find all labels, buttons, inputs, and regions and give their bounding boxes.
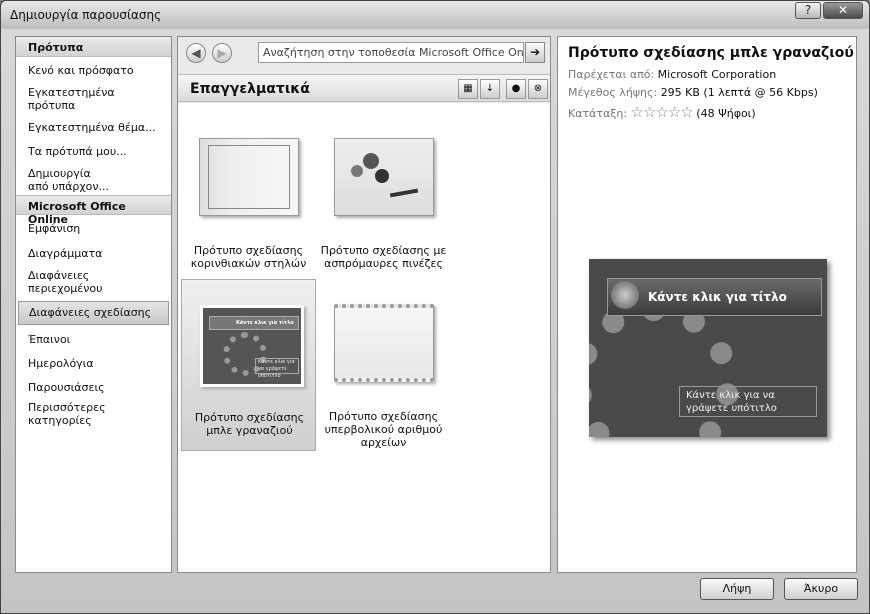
sidebar-item-installed-templates[interactable]: Εγκατεστημένα πρότυπα bbox=[16, 83, 126, 118]
template-tile-blue-gear[interactable]: Κάντε κλικ για τίτλο Κάντε κλικ για να γ… bbox=[181, 279, 316, 451]
sidebar-item-awards[interactable]: Έπαινοι bbox=[16, 325, 171, 354]
cancel-button[interactable]: Άκυρο bbox=[784, 578, 858, 600]
online-header: Microsoft Office Online bbox=[16, 195, 171, 226]
rating-row: Κατάταξη: ☆☆☆☆☆ (48 Ψήφοι) bbox=[568, 103, 756, 121]
sidebar-item-my-templates[interactable]: Τα πρότυπά μου... bbox=[16, 142, 171, 164]
rating-label: Κατάταξη: bbox=[568, 107, 628, 120]
sidebar-item-presentations[interactable]: Παρουσιάσεις bbox=[16, 378, 171, 398]
templates-list: Κενό και πρόσφατο Εγκατεστημένα πρότυπα … bbox=[16, 57, 171, 195]
size-label: Μέγεθος λήψης: bbox=[568, 86, 658, 99]
sidebar-item-calendars[interactable]: Ημερολόγια bbox=[16, 354, 171, 378]
thumbnail-blue-gear: Κάντε κλικ για τίτλο Κάντε κλικ για να γ… bbox=[200, 305, 304, 387]
template-tile-corinthian[interactable]: Πρότυπο σχεδίασης κορινθιακών στηλών bbox=[181, 113, 316, 285]
sort-az-icon[interactable]: ↓ bbox=[480, 79, 500, 99]
thumbnail-corinthian bbox=[199, 138, 299, 216]
user-icon[interactable]: ● bbox=[506, 79, 526, 99]
close-button[interactable]: ✕ bbox=[823, 2, 863, 19]
category-title: Επαγγελματικά bbox=[190, 81, 310, 97]
sidebar-item-content-slides[interactable]: Διαφάνειες περιεχομένου bbox=[16, 266, 126, 301]
pushpin-icon bbox=[363, 153, 379, 169]
thumbnail-subtitle: Κάντε κλικ για να γράψετε υπότιτλο bbox=[255, 358, 299, 379]
globe-icon bbox=[611, 281, 639, 309]
thumbnail-pushpins bbox=[334, 138, 434, 216]
size-value: 295 KB (1 λεπτά @ 56 Kbps) bbox=[660, 86, 818, 99]
sidebar-item-new-from-existing[interactable]: Δημιουργία από υπάρχον... bbox=[16, 164, 126, 195]
template-grid: Πρότυπο σχεδίασης κορινθιακών στηλών Πρό… bbox=[178, 103, 550, 572]
thumbnail-frame bbox=[208, 145, 290, 209]
preview-subtitle: Κάντε κλικ για να γράψετε υπότιτλο bbox=[679, 386, 817, 417]
remove-user-icon[interactable]: ⊗ bbox=[528, 79, 548, 99]
size-row: Μέγεθος λήψης: 295 KB (1 λεπτά @ 56 Kbps… bbox=[568, 86, 818, 99]
forward-arrow-icon[interactable]: ▶ bbox=[212, 43, 232, 63]
template-label: Πρότυπο σχεδίασης κορινθιακών στηλών bbox=[190, 244, 307, 270]
pushpin-icon bbox=[375, 169, 389, 183]
title-bar: Δημιουργία παρουσίασης ? ✕ bbox=[1, 1, 869, 29]
dialog-window: Δημιουργία παρουσίασης ? ✕ Πρότυπα Κενό … bbox=[0, 0, 870, 614]
download-button[interactable]: Λήψη bbox=[700, 578, 774, 600]
sidebar-item-more-categories[interactable]: Περισσότερες κατηγορίες bbox=[16, 398, 126, 430]
sidebar-item-featured[interactable]: Εμφάνιση bbox=[16, 219, 171, 244]
template-browser: ◀ ▶ Αναζήτηση στην τοποθεσία Microsoft O… bbox=[177, 36, 551, 573]
thumbnail-file-overload bbox=[334, 304, 434, 382]
online-list: Εμφάνιση Διαγράμματα Διαφάνειες περιεχομ… bbox=[16, 215, 171, 430]
pushpin-icon bbox=[351, 165, 363, 177]
template-label: Πρότυπο σχεδίασης με ασπρόμαυρες πινέζες bbox=[320, 244, 447, 270]
rating-stars-icon[interactable]: ☆☆☆☆☆ bbox=[631, 103, 694, 121]
sidebar-item-installed-themes[interactable]: Εγκατεστημένα θέμα... bbox=[16, 118, 171, 142]
templates-header: Πρότυπα bbox=[16, 37, 171, 57]
template-label: Πρότυπο σχεδίασης μπλε γραναζιού bbox=[194, 411, 305, 437]
provider-label: Παρέχεται από: bbox=[568, 68, 655, 81]
sidebar-item-blank-recent[interactable]: Κενό και πρόσφατο bbox=[16, 61, 171, 83]
template-label: Πρότυπο σχεδίασης υπερβολικού αριθμού αρ… bbox=[324, 410, 443, 449]
back-arrow-icon[interactable]: ◀ bbox=[186, 43, 206, 63]
sidebar-item-design-slides[interactable]: Διαφάνειες σχεδίασης bbox=[18, 301, 169, 325]
window-title: Δημιουργία παρουσίασης bbox=[10, 8, 162, 22]
thumbnail-title: Κάντε κλικ για τίτλο bbox=[209, 316, 299, 330]
preview-title: Κάντε κλικ για τίτλο bbox=[607, 278, 822, 316]
navigation-bar: ◀ ▶ Αναζήτηση στην τοποθεσία Microsoft O… bbox=[178, 37, 550, 69]
details-title: Πρότυπο σχεδίασης μπλε γραναζιού bbox=[568, 45, 854, 61]
provider-value: Microsoft Corporation bbox=[657, 68, 777, 81]
search-go-button[interactable]: ➔ bbox=[525, 42, 545, 63]
pushpin-shadow bbox=[389, 188, 419, 198]
help-button[interactable]: ? bbox=[795, 2, 821, 19]
search-input[interactable]: Αναζήτηση στην τοποθεσία Microsoft Offic… bbox=[258, 42, 524, 63]
votes-value: (48 Ψήφοι) bbox=[696, 107, 756, 120]
provider-row: Παρέχεται από: Microsoft Corporation bbox=[568, 68, 776, 81]
template-tile-file-overload[interactable]: Πρότυπο σχεδίασης υπερβολικού αριθμού αρ… bbox=[316, 279, 451, 451]
template-tile-pushpins[interactable]: Πρότυπο σχεδίασης με ασπρόμαυρες πινέζες bbox=[316, 113, 451, 285]
details-panel: Πρότυπο σχεδίασης μπλε γραναζιού Παρέχετ… bbox=[557, 36, 857, 573]
category-sidebar: Πρότυπα Κενό και πρόσφατο Εγκατεστημένα … bbox=[15, 36, 172, 573]
view-thumbnails-icon[interactable]: ▦ bbox=[458, 79, 478, 99]
template-preview: Κάντε κλικ για τίτλο Κάντε κλικ για να γ… bbox=[589, 259, 827, 437]
category-bar: Επαγγελματικά ▦ ↓ ● ⊗ bbox=[178, 74, 550, 102]
sidebar-item-diagrams[interactable]: Διαγράμματα bbox=[16, 244, 171, 266]
